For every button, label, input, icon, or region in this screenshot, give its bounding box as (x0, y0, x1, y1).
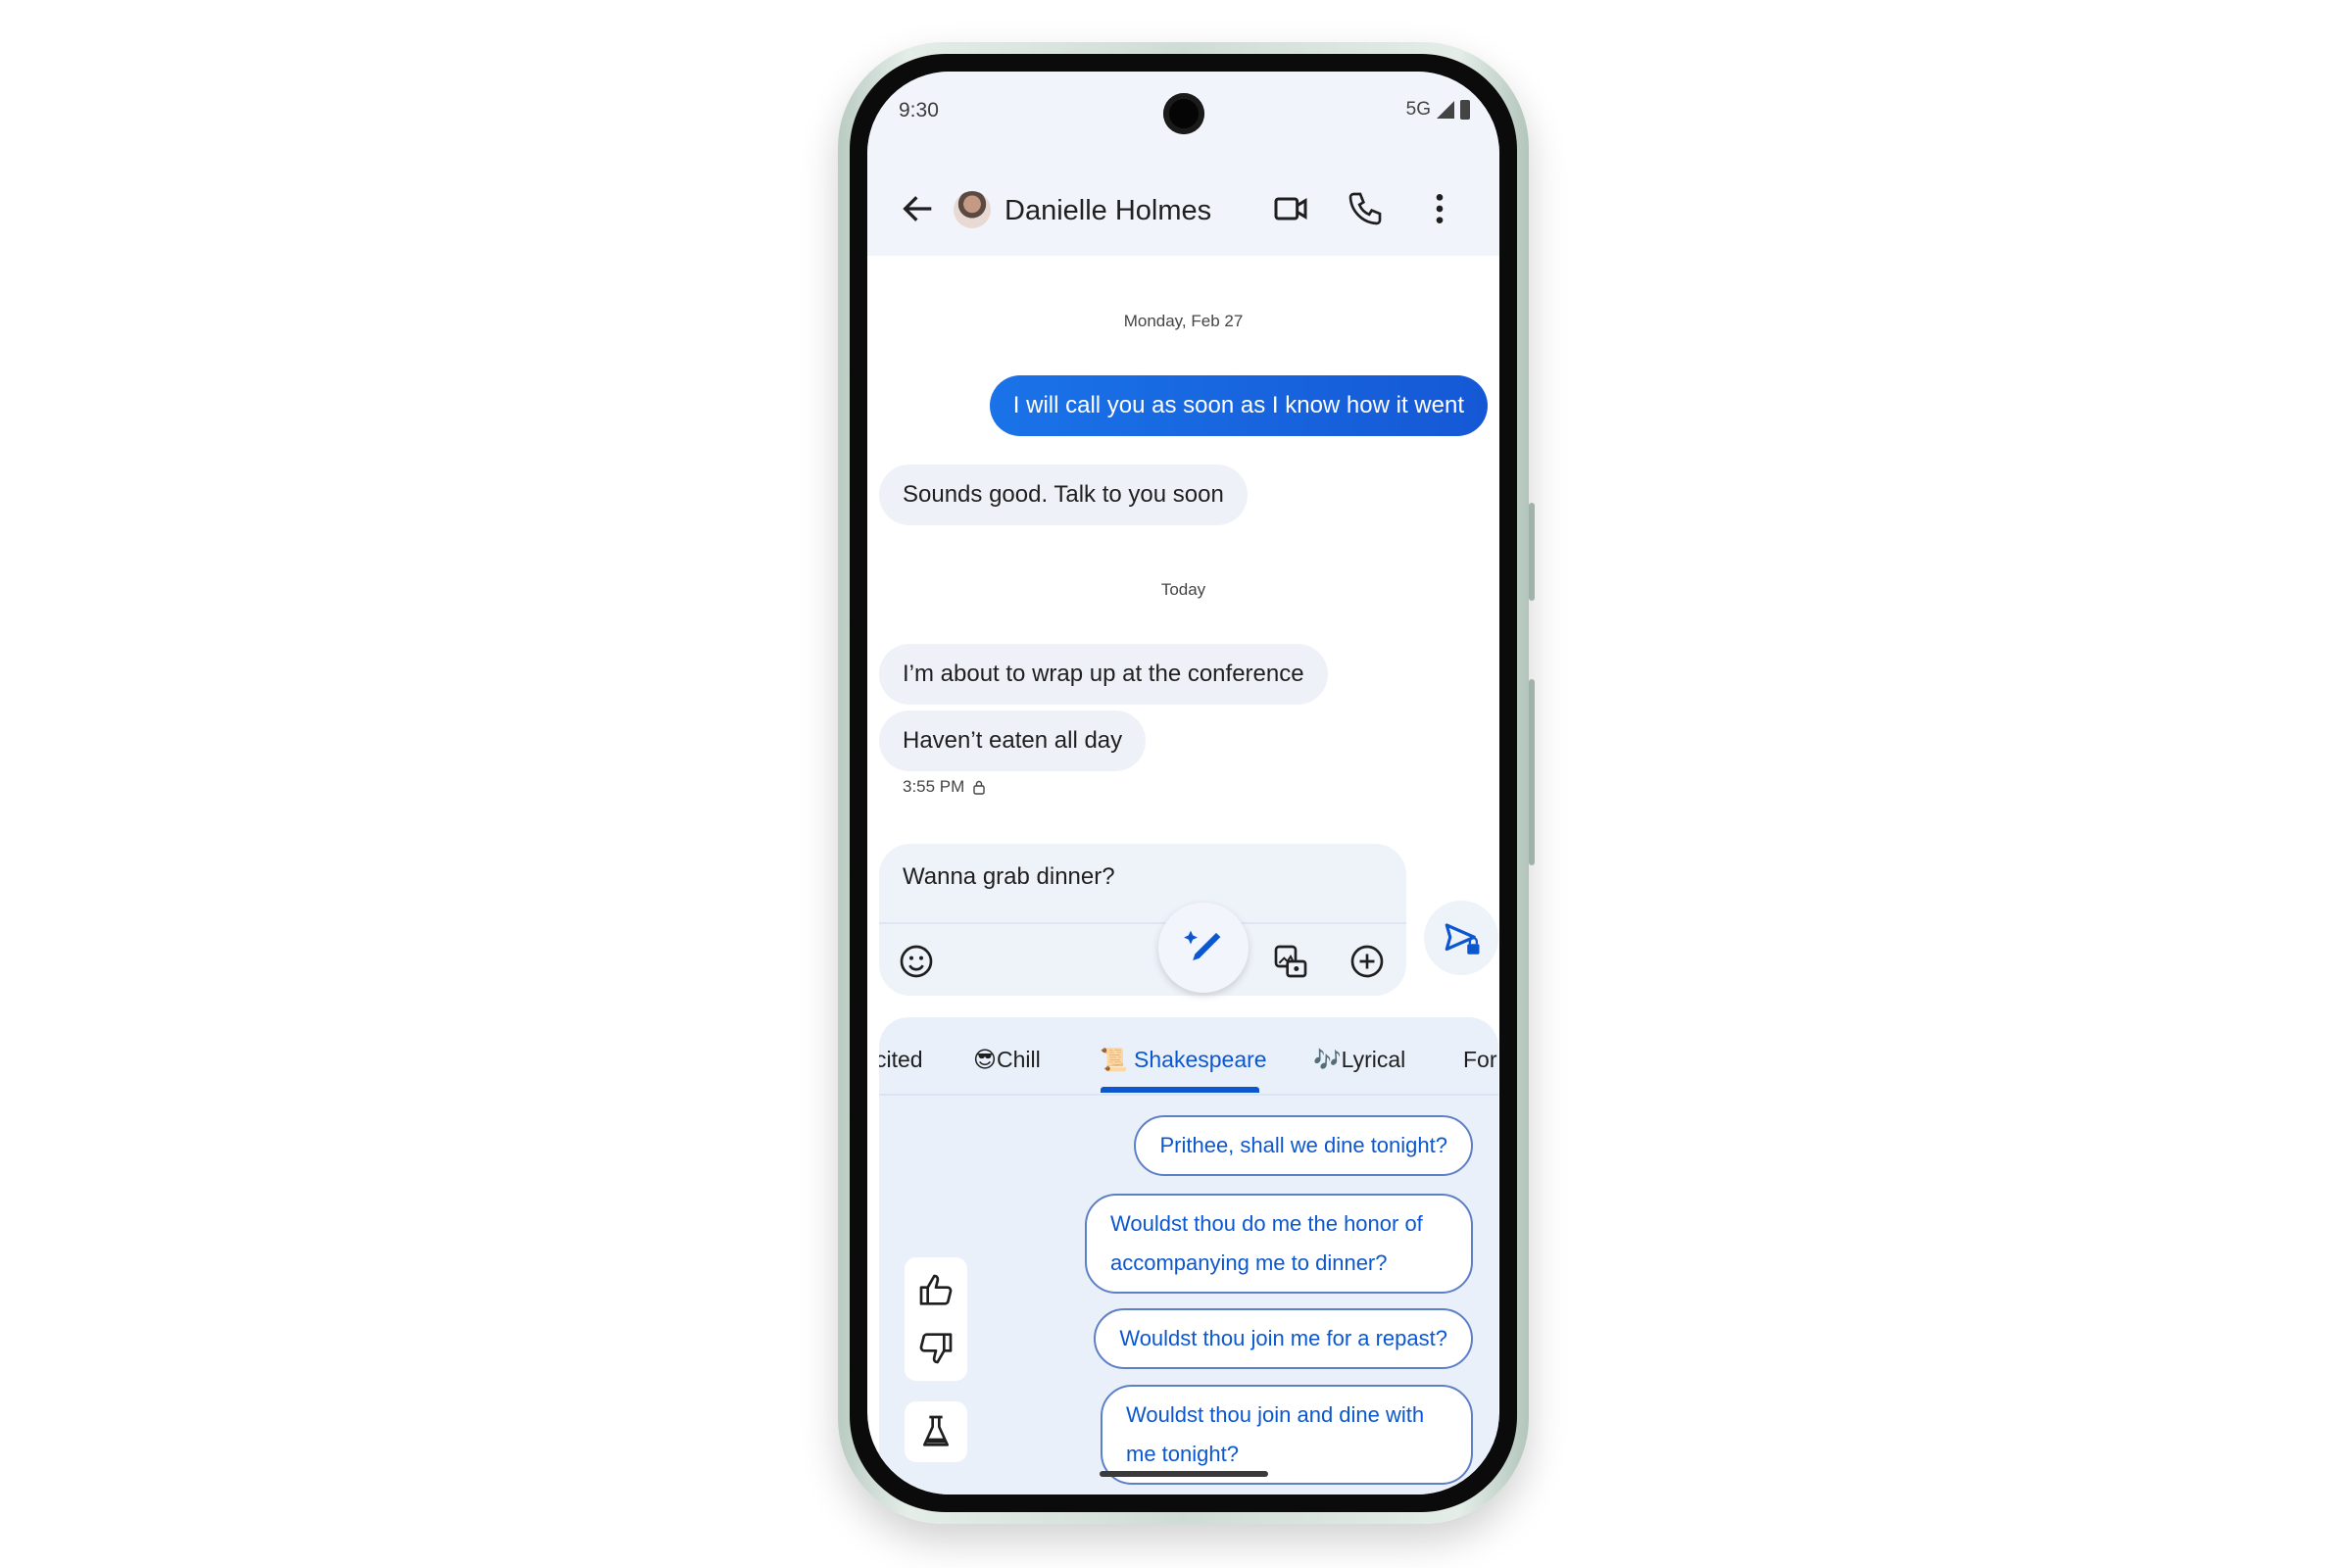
message-bubble-incoming[interactable]: Haven’t eaten all day (879, 710, 1147, 771)
signal-icon (1437, 101, 1454, 119)
scroll-emoji-icon: 📜 (1100, 1047, 1128, 1072)
add-icon[interactable] (1348, 942, 1387, 981)
network-label: 5G (1405, 99, 1431, 120)
send-button[interactable] (1424, 901, 1498, 975)
labs-group (905, 1401, 967, 1462)
thumbs-up-icon[interactable] (916, 1271, 956, 1310)
thumbs-down-icon[interactable] (916, 1328, 956, 1367)
status-icons: 5G (1406, 99, 1470, 121)
compose-input[interactable]: Wanna grab dinner? (903, 863, 1115, 891)
avatar[interactable] (954, 191, 991, 228)
chill-emoji-icon: 😎 (973, 1047, 997, 1072)
battery-icon (1460, 100, 1470, 120)
power-button (1529, 503, 1535, 601)
suggestion-chip[interactable]: Wouldst thou join me for a repast? (1094, 1308, 1473, 1369)
volume-button (1529, 679, 1535, 865)
back-arrow-icon[interactable] (899, 189, 938, 228)
phone-frame: 9:30 5G Danielle Holmes Monday, Feb 27 I… (838, 42, 1535, 1524)
status-time: 9:30 (899, 99, 939, 122)
send-encrypted-icon (1445, 923, 1480, 955)
message-timestamp: 3:55 PM (903, 777, 986, 797)
compose-box[interactable]: Wanna grab dinner? (879, 844, 1406, 996)
more-vert-icon[interactable] (1420, 189, 1459, 228)
emoji-icon[interactable] (897, 942, 936, 981)
active-tab-indicator (1101, 1087, 1259, 1093)
magic-compose-button[interactable] (1158, 903, 1249, 993)
screen: 9:30 5G Danielle Holmes Monday, Feb 27 I… (867, 72, 1499, 1494)
home-indicator[interactable] (1099, 1471, 1268, 1477)
message-bubble-incoming[interactable]: Sounds good. Talk to you soon (879, 465, 1248, 525)
lock-icon (973, 780, 986, 795)
tab-lyrical[interactable]: 🎶Lyrical (1313, 1047, 1405, 1073)
music-emoji-icon: 🎶 (1313, 1047, 1342, 1072)
date-separator: Monday, Feb 27 (1123, 312, 1244, 330)
date-separator: Today (1160, 580, 1206, 599)
phone-icon[interactable] (1346, 189, 1385, 228)
tab-shakespeare[interactable]: 📜 Shakespeare (1100, 1047, 1267, 1073)
timestamp-text: 3:55 PM (903, 777, 965, 796)
suggestion-chip[interactable]: Wouldst thou do me the honor of accompan… (1085, 1194, 1473, 1294)
video-call-icon[interactable] (1271, 189, 1310, 228)
camera-cutout (1162, 93, 1204, 134)
tab-excited[interactable]: cited (879, 1047, 923, 1073)
feedback-group (905, 1257, 967, 1381)
style-tabs: cited 😎Chill 📜 Shakespeare 🎶Lyrical For (879, 1017, 1498, 1096)
tab-formal[interactable]: For (1463, 1047, 1497, 1073)
tab-chill[interactable]: 😎Chill (973, 1047, 1041, 1073)
contact-name[interactable]: Danielle Holmes (1004, 195, 1211, 227)
labs-flask-icon[interactable] (916, 1412, 956, 1451)
magic-compose-icon (1184, 930, 1221, 960)
suggestion-chip[interactable]: Prithee, shall we dine tonight? (1134, 1115, 1473, 1176)
suggestion-chip[interactable]: Wouldst thou join and dine with me tonig… (1101, 1385, 1473, 1485)
magic-compose-panel: cited 😎Chill 📜 Shakespeare 🎶Lyrical For … (879, 1017, 1498, 1494)
phone-bezel: 9:30 5G Danielle Holmes Monday, Feb 27 I… (850, 54, 1517, 1512)
compose-divider (879, 922, 1406, 924)
conversation-header: Danielle Holmes (867, 170, 1499, 248)
message-bubble-outgoing[interactable]: I will call you as soon as I know how it… (989, 375, 1488, 436)
message-bubble-incoming[interactable]: I’m about to wrap up at the conference (879, 644, 1328, 705)
gallery-icon[interactable] (1271, 942, 1310, 981)
app-bar: 9:30 5G Danielle Holmes (867, 72, 1499, 256)
